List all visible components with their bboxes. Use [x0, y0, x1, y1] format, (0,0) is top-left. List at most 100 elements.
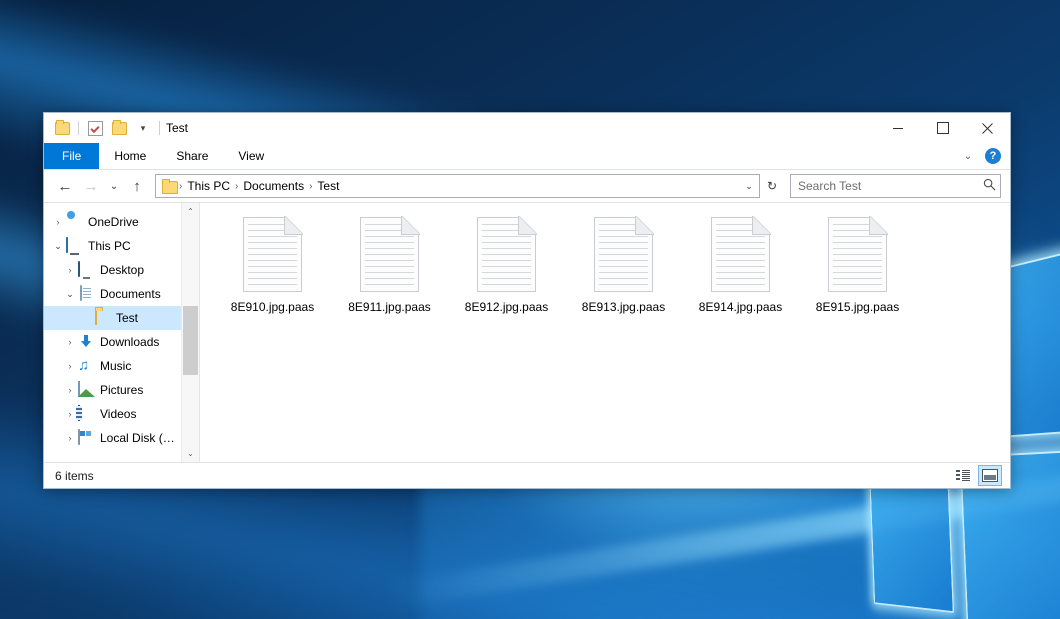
- chevron-right-icon[interactable]: ›: [62, 266, 78, 275]
- chevron-down-icon[interactable]: ⌄: [50, 242, 66, 251]
- file-grid: 8E910.jpg.paas 8E911.jpg.paas 8E912.jpg.…: [214, 211, 1000, 318]
- file-item[interactable]: 8E915.jpg.paas: [799, 211, 916, 318]
- up-button[interactable]: ↑: [125, 174, 149, 198]
- breadcrumb-this-pc[interactable]: This PC: [183, 179, 234, 193]
- address-dropdown-icon[interactable]: ⌄: [741, 181, 757, 192]
- chevron-right-icon[interactable]: ›: [62, 434, 78, 443]
- refresh-button[interactable]: ↻: [762, 175, 782, 197]
- sidebar-item-desktop[interactable]: › Desktop: [44, 258, 181, 282]
- document-icon: [477, 217, 536, 292]
- videos-icon: [78, 406, 94, 422]
- search-icon[interactable]: [983, 178, 996, 194]
- status-bar: 6 items: [44, 462, 1010, 488]
- disk-icon: [78, 430, 94, 446]
- ribbon-tab-bar: File Home Share View ⌄ ?: [44, 143, 1010, 170]
- sidebar-item-label: Videos: [100, 407, 136, 421]
- minimize-button[interactable]: [875, 113, 920, 143]
- chevron-down-icon[interactable]: ⌄: [959, 151, 977, 162]
- downloads-icon: [78, 334, 94, 350]
- chevron-right-icon[interactable]: ›: [62, 338, 78, 347]
- pc-icon: [66, 238, 82, 254]
- details-view-button[interactable]: [951, 465, 975, 486]
- breadcrumb-bar[interactable]: › This PC › Documents › Test ⌄: [155, 174, 760, 198]
- sidebar-item-label: Music: [100, 359, 131, 373]
- breadcrumb: › This PC › Documents › Test: [161, 178, 741, 194]
- sidebar-item-label: Downloads: [100, 335, 159, 349]
- sidebar-item-local-disk-c[interactable]: › Local Disk (C:): [44, 426, 181, 450]
- ribbon-right-controls: ⌄ ?: [959, 143, 1010, 169]
- sidebar-item-label: Desktop: [100, 263, 144, 277]
- file-explorer-window: ▾ Test File Home Share View ⌄ ? ← → ⌄ ↑: [43, 112, 1011, 489]
- address-bar: ← → ⌄ ↑ › This PC › Documents › Test ⌄ ↻: [44, 170, 1010, 202]
- document-icon: [711, 217, 770, 292]
- file-item[interactable]: 8E913.jpg.paas: [565, 211, 682, 318]
- scrollbar-track[interactable]: [182, 220, 199, 445]
- file-item[interactable]: 8E910.jpg.paas: [214, 211, 331, 318]
- navigation-pane: › OneDrive ⌄ This PC › Desktop ⌄: [44, 203, 200, 462]
- sidebar-item-downloads[interactable]: › Downloads: [44, 330, 181, 354]
- chevron-down-icon[interactable]: ▾: [133, 118, 153, 138]
- navigation-tree: › OneDrive ⌄ This PC › Desktop ⌄: [44, 203, 181, 462]
- chevron-right-icon[interactable]: ›: [50, 218, 66, 227]
- breadcrumb-documents[interactable]: Documents: [239, 179, 308, 193]
- sidebar-item-documents[interactable]: ⌄ Documents: [44, 282, 181, 306]
- tab-home[interactable]: Home: [99, 143, 161, 169]
- sidebar-item-test[interactable]: Test: [44, 306, 181, 330]
- file-name-label: 8E912.jpg.paas: [465, 300, 548, 314]
- help-icon[interactable]: ?: [985, 148, 1001, 164]
- sidebar-item-videos[interactable]: › Videos: [44, 402, 181, 426]
- document-icon: [828, 217, 887, 292]
- large-icons-view-button[interactable]: [978, 465, 1002, 486]
- scroll-up-icon[interactable]: ⌃: [182, 203, 199, 220]
- window-title: Test: [166, 121, 188, 135]
- sidebar-item-label: Local Disk (C:): [100, 431, 177, 445]
- back-button[interactable]: ←: [53, 174, 77, 198]
- search-input[interactable]: [798, 179, 983, 193]
- file-name-label: 8E913.jpg.paas: [582, 300, 665, 314]
- sidebar-item-onedrive[interactable]: › OneDrive: [44, 210, 181, 234]
- file-item[interactable]: 8E912.jpg.paas: [448, 211, 565, 318]
- documents-icon: [78, 286, 94, 302]
- chevron-down-icon[interactable]: ⌄: [62, 290, 78, 299]
- tab-view[interactable]: View: [223, 143, 279, 169]
- recent-locations-button[interactable]: ⌄: [105, 174, 123, 198]
- breadcrumb-test[interactable]: Test: [313, 179, 343, 193]
- document-icon: [360, 217, 419, 292]
- new-folder-icon[interactable]: [109, 118, 129, 138]
- close-button[interactable]: [965, 113, 1010, 143]
- file-item[interactable]: 8E914.jpg.paas: [682, 211, 799, 318]
- folder-icon[interactable]: [52, 118, 72, 138]
- tab-file[interactable]: File: [44, 143, 99, 169]
- file-list-area[interactable]: 8E910.jpg.paas 8E911.jpg.paas 8E912.jpg.…: [200, 203, 1010, 462]
- sidebar-item-music[interactable]: › ♫ Music: [44, 354, 181, 378]
- sidebar-item-this-pc[interactable]: ⌄ This PC: [44, 234, 181, 258]
- document-icon: [243, 217, 302, 292]
- window-controls: [875, 113, 1010, 143]
- maximize-button[interactable]: [920, 113, 965, 143]
- sidebar-item-pictures[interactable]: › Pictures: [44, 378, 181, 402]
- toolbar-divider: [78, 121, 79, 135]
- sidebar-item-label: Test: [116, 311, 138, 325]
- title-bar[interactable]: ▾ Test: [44, 113, 1010, 143]
- scroll-down-icon[interactable]: ⌄: [182, 445, 199, 462]
- folder-icon: [94, 310, 110, 326]
- toolbar-divider: [159, 121, 160, 135]
- file-name-label: 8E914.jpg.paas: [699, 300, 782, 314]
- properties-icon[interactable]: [85, 118, 105, 138]
- quick-access-toolbar: ▾: [44, 113, 162, 143]
- document-icon: [594, 217, 653, 292]
- sidebar-item-label: Pictures: [100, 383, 143, 397]
- view-mode-buttons: [951, 465, 1002, 486]
- search-box[interactable]: [790, 174, 1001, 198]
- file-name-label: 8E915.jpg.paas: [816, 300, 899, 314]
- scrollbar-thumb[interactable]: [183, 306, 198, 376]
- file-name-label: 8E911.jpg.paas: [348, 300, 431, 314]
- tab-share[interactable]: Share: [161, 143, 223, 169]
- file-item[interactable]: 8E911.jpg.paas: [331, 211, 448, 318]
- explorer-body: › OneDrive ⌄ This PC › Desktop ⌄: [44, 202, 1010, 462]
- chevron-right-icon[interactable]: ›: [62, 362, 78, 371]
- pictures-icon: [78, 382, 94, 398]
- chevron-right-icon[interactable]: ›: [62, 386, 78, 395]
- navigation-scrollbar[interactable]: ⌃ ⌄: [181, 203, 199, 462]
- forward-button[interactable]: →: [79, 174, 103, 198]
